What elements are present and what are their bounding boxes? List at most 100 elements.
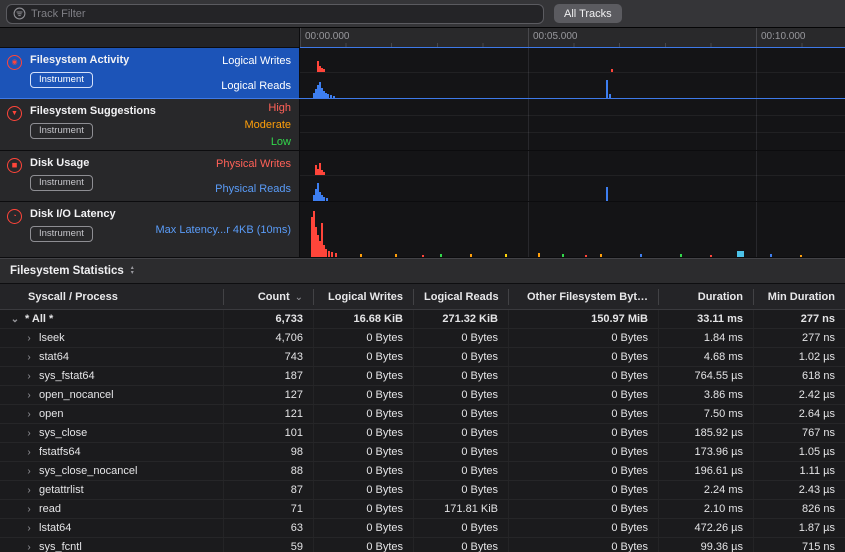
track-filter-input[interactable] [31, 8, 537, 20]
table-row-lseek[interactable]: ›lseek4,7060 Bytes0 Bytes0 Bytes1.84 ms2… [0, 329, 845, 348]
cell-min-duration: 277 ns [753, 329, 845, 347]
lane-label-moderate: Moderate [245, 116, 291, 133]
cell-logical-writes: 0 Bytes [313, 481, 413, 499]
graph-spike [325, 249, 327, 257]
lane-label-physical-writes: Physical Writes [215, 151, 291, 176]
column-header-logical-writes[interactable]: Logical Writes [313, 289, 413, 305]
cell-logical-writes: 0 Bytes [313, 519, 413, 537]
track-filesystem-suggestions[interactable]: ▼Filesystem SuggestionsInstrumentHighMod… [0, 99, 845, 151]
chevron-right-icon[interactable]: › [24, 409, 34, 420]
chevron-right-icon[interactable]: › [24, 333, 34, 344]
track-graph-disk-usage[interactable] [300, 151, 845, 201]
syscall-name: * All * [25, 313, 53, 325]
table-row-open[interactable]: ›open1210 Bytes0 Bytes0 Bytes7.50 ms2.64… [0, 405, 845, 424]
instrument-badge[interactable]: Instrument [30, 175, 93, 191]
syscall-name: lstat64 [39, 522, 71, 534]
instrument-badge[interactable]: Instrument [30, 226, 93, 242]
cell-duration: 185.92 µs [658, 424, 753, 442]
timeline-ruler[interactable]: 00:00.00000:05.00000:10.000 [300, 28, 845, 48]
instrument-badge[interactable]: Instrument [30, 72, 93, 88]
cell-other-filesystem-byt: 0 Bytes [508, 481, 658, 499]
chevron-right-icon[interactable]: › [24, 352, 34, 363]
syscall-name: sys_fstat64 [39, 370, 95, 382]
disk-io-latency-icon: ◔ [7, 209, 22, 224]
cell-duration: 7.50 ms [658, 405, 753, 423]
cell-logical-reads: 0 Bytes [413, 386, 508, 404]
lane-graph [300, 151, 845, 176]
table-row-sys-fstat64[interactable]: ›sys_fstat641870 Bytes0 Bytes0 Bytes764.… [0, 367, 845, 386]
chevron-right-icon[interactable]: › [24, 504, 34, 515]
ruler-row: 00:00.00000:05.00000:10.000 [0, 28, 845, 48]
table-header-row: Syscall / Process Count⌄Logical WritesLog… [0, 284, 845, 310]
chevron-down-icon[interactable]: ⌄ [10, 314, 20, 325]
table-row-read[interactable]: ›read710 Bytes171.81 KiB0 Bytes2.10 ms82… [0, 500, 845, 519]
chevron-right-icon[interactable]: › [24, 523, 34, 534]
cell-duration: 196.61 µs [658, 462, 753, 480]
cell-count: 87 [223, 481, 313, 499]
track-disk-i-o-latency[interactable]: ◔Disk I/O LatencyInstrumentMax Latency..… [0, 202, 845, 258]
cell-duration: 764.55 µs [658, 367, 753, 385]
detail-title-bar[interactable]: Filesystem Statistics ▴ ▾ [0, 258, 845, 284]
chevron-right-icon[interactable]: › [24, 428, 34, 439]
graph-spike [328, 251, 330, 257]
table-row-open-nocancel[interactable]: ›open_nocancel1270 Bytes0 Bytes0 Bytes3.… [0, 386, 845, 405]
cell-logical-reads: 171.81 KiB [413, 500, 508, 518]
cell-min-duration: 2.64 µs [753, 405, 845, 423]
graph-spike [562, 254, 564, 257]
column-header-duration[interactable]: Duration [658, 289, 753, 305]
all-tracks-button[interactable]: All Tracks [554, 4, 622, 23]
syscall-cell: ›sys_close [0, 427, 223, 439]
column-header-min-duration[interactable]: Min Duration [753, 289, 845, 305]
track-header-filesystem-suggestions[interactable]: ▼Filesystem SuggestionsInstrumentHighMod… [0, 99, 300, 150]
track-header-disk-usage[interactable]: ◼Disk UsageInstrumentPhysical WritesPhys… [0, 151, 300, 201]
chevron-right-icon[interactable]: › [24, 542, 34, 552]
instrument-badge[interactable]: Instrument [30, 123, 93, 139]
track-graph-filesystem-suggestions[interactable] [300, 99, 845, 150]
track-disk-usage[interactable]: ◼Disk UsageInstrumentPhysical WritesPhys… [0, 151, 845, 202]
chevron-right-icon[interactable]: › [24, 447, 34, 458]
table-row-lstat64[interactable]: ›lstat64630 Bytes0 Bytes0 Bytes472.26 µs… [0, 519, 845, 538]
cell-logical-reads: 0 Bytes [413, 443, 508, 461]
track-header-disk-i-o-latency[interactable]: ◔Disk I/O LatencyInstrumentMax Latency..… [0, 202, 300, 257]
track-filter-field[interactable] [6, 4, 544, 24]
table-row-getattrlist[interactable]: ›getattrlist870 Bytes0 Bytes0 Bytes2.24 … [0, 481, 845, 500]
lane-label-low: Low [245, 133, 291, 150]
column-header-count[interactable]: Count⌄ [223, 289, 313, 305]
column-header-other-filesystem-byt[interactable]: Other Filesystem Byt… [508, 289, 658, 305]
graph-spike [323, 69, 325, 72]
track-name: Disk Usage [30, 157, 89, 169]
lane-labels: HighModerateLow [245, 99, 291, 150]
track-filesystem-activity[interactable]: ◉Filesystem ActivityInstrumentLogical Wr… [0, 48, 845, 99]
cell-logical-reads: 0 Bytes [413, 538, 508, 552]
cell-min-duration: 2.43 µs [753, 481, 845, 499]
track-header-filesystem-activity[interactable]: ◉Filesystem ActivityInstrumentLogical Wr… [0, 48, 300, 98]
cell-count: 127 [223, 386, 313, 404]
column-label: Syscall / Process [28, 291, 118, 303]
track-graph-disk-i-o-latency[interactable] [300, 202, 845, 257]
table-row-fstatfs64[interactable]: ›fstatfs64980 Bytes0 Bytes0 Bytes173.96 … [0, 443, 845, 462]
table-row-sys-close-nocancel[interactable]: ›sys_close_nocancel880 Bytes0 Bytes0 Byt… [0, 462, 845, 481]
chevron-right-icon[interactable]: › [24, 371, 34, 382]
chevron-right-icon[interactable]: › [24, 485, 34, 496]
graph-spike [800, 255, 802, 257]
cell-min-duration: 767 ns [753, 424, 845, 442]
column-header-logical-reads[interactable]: Logical Reads [413, 289, 508, 305]
lane-labels: Physical WritesPhysical Reads [215, 151, 291, 201]
graph-spike [680, 254, 682, 257]
cell-other-filesystem-byt: 0 Bytes [508, 386, 658, 404]
graph-spike [505, 254, 507, 257]
cell-min-duration: 1.05 µs [753, 443, 845, 461]
chevron-right-icon[interactable]: › [24, 466, 34, 477]
lane-label-high: High [245, 99, 291, 116]
table-row-sys-close[interactable]: ›sys_close1010 Bytes0 Bytes0 Bytes185.92… [0, 424, 845, 443]
table-row-all[interactable]: ⌄* All *6,73316.68 KiB271.32 KiB150.97 M… [0, 310, 845, 329]
column-header-syscall-process[interactable]: Syscall / Process [0, 289, 223, 305]
graph-spike [323, 172, 325, 175]
chevron-right-icon[interactable]: › [24, 390, 34, 401]
lane-graph [300, 202, 845, 257]
track-graph-filesystem-activity[interactable] [300, 48, 845, 98]
cell-duration: 173.96 µs [658, 443, 753, 461]
table-row-stat64[interactable]: ›stat647430 Bytes0 Bytes0 Bytes4.68 ms1.… [0, 348, 845, 367]
table-row-sys-fcntl[interactable]: ›sys_fcntl590 Bytes0 Bytes0 Bytes99.36 µ… [0, 538, 845, 552]
graph-spike [422, 255, 424, 257]
